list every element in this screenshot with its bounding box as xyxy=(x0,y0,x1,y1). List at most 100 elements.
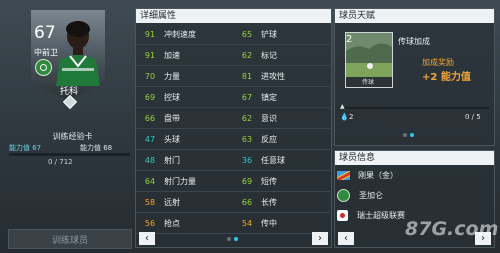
attribute-row: 69 控球 xyxy=(136,87,233,108)
attribute-name: 任意球 xyxy=(261,155,285,165)
exp-count: 0 / 712 xyxy=(48,158,73,166)
attribute-value: 70 xyxy=(144,71,156,81)
attribute-name: 短传 xyxy=(261,176,277,186)
attribute-name: 远射 xyxy=(164,197,180,207)
attribute-value: 56 xyxy=(144,218,156,228)
attribute-name: 进攻性 xyxy=(261,71,285,81)
attribute-name: 标记 xyxy=(261,50,277,60)
club-logo-icon xyxy=(35,59,52,76)
capacity-current: 能力值 67 xyxy=(9,144,42,152)
talent-level: 2 xyxy=(346,34,353,45)
attribute-row: 81 进攻性 xyxy=(233,66,330,87)
attribute-name: 盘带 xyxy=(164,113,180,123)
attribute-row: 36 任意球 xyxy=(233,150,330,171)
attribute-row: 91 冲刺速度 xyxy=(136,24,233,45)
info-club-row: 圣加仑 xyxy=(337,186,383,205)
talent-name: 传球加成 xyxy=(398,37,430,46)
attribute-value: 66 xyxy=(241,197,253,207)
attributes-panel: 详细属性 91 冲刺速度 91 加速 70 力量 69 控球 66 盘带 47 头球 48 射门 64 射门力… xyxy=(135,8,332,248)
attribute-value: 91 xyxy=(144,50,156,60)
league-badge-icon xyxy=(337,210,348,221)
talent-image-caption: 传球 xyxy=(361,79,374,86)
attributes-next-button[interactable]: › xyxy=(312,232,328,245)
attribute-row: 62 标记 xyxy=(233,45,330,66)
attribute-row: 66 长传 xyxy=(233,192,330,213)
train-player-button[interactable]: 训练球员 xyxy=(8,229,132,249)
attribute-row: 66 盘带 xyxy=(136,108,233,129)
attribute-value: 69 xyxy=(241,176,253,186)
attribute-row: 91 加速 xyxy=(136,45,233,66)
attribute-value: 91 xyxy=(144,29,156,39)
reward-value: +2 能力值 xyxy=(422,72,471,83)
attribute-value: 58 xyxy=(144,197,156,207)
talent-marker-icon: ▲ xyxy=(340,103,345,110)
club-name: 圣加仑 xyxy=(359,191,383,200)
talent-title: 球员天赋 xyxy=(335,9,494,23)
attribute-row: 70 力量 xyxy=(136,66,233,87)
page-dot-active[interactable] xyxy=(234,237,238,241)
attribute-row: 69 短传 xyxy=(233,171,330,192)
attribute-row: 65 铲球 xyxy=(233,24,330,45)
exp-progress-bar xyxy=(9,153,130,156)
attribute-row: 58 远射 xyxy=(136,192,233,213)
attribute-name: 抢点 xyxy=(164,218,180,228)
attribute-value: 54 xyxy=(241,218,253,228)
attributes-title: 详细属性 xyxy=(136,9,331,23)
attribute-name: 头球 xyxy=(164,134,180,144)
drop-icon: 💧 xyxy=(340,113,349,121)
page-dot[interactable] xyxy=(227,237,231,241)
attribute-name: 传中 xyxy=(261,218,277,228)
attribute-value: 47 xyxy=(144,134,156,144)
reward-label: 加成奖励 xyxy=(422,58,454,67)
attribute-value: 69 xyxy=(144,92,156,102)
talent-page-dot-active[interactable] xyxy=(410,133,414,137)
capacity-next: 能力值 68 xyxy=(80,144,113,152)
attribute-name: 意识 xyxy=(261,113,277,123)
congo-flag-icon xyxy=(337,171,350,180)
info-league-row: 瑞士超级联赛 xyxy=(337,206,405,225)
attribute-name: 长传 xyxy=(261,197,277,207)
attribute-row: 56 抢点 xyxy=(136,213,233,234)
club-badge-icon xyxy=(337,189,350,202)
attribute-value: 81 xyxy=(241,71,253,81)
attribute-name: 加速 xyxy=(164,50,180,60)
info-title: 球员信息 xyxy=(335,151,494,165)
league-name: 瑞士超级联赛 xyxy=(357,211,405,220)
attribute-name: 镇定 xyxy=(261,92,277,102)
attribute-value: 63 xyxy=(241,134,253,144)
talent-progress-text: 0 / 5 xyxy=(465,113,481,121)
talent-page-dot[interactable] xyxy=(403,133,407,137)
attribute-row: 67 镇定 xyxy=(233,87,330,108)
site-watermark: 87G.com xyxy=(405,218,499,240)
attribute-name: 控球 xyxy=(164,92,180,102)
country-name: 刚果（金） xyxy=(358,171,398,180)
info-country-row: 刚果（金） xyxy=(337,166,398,185)
attribute-row: 62 意识 xyxy=(233,108,330,129)
attribute-row: 63 反应 xyxy=(233,129,330,150)
attributes-prev-button[interactable]: ‹ xyxy=(139,232,155,245)
attribute-value: 66 xyxy=(144,113,156,123)
attribute-name: 射门 xyxy=(164,155,180,165)
talent-drop-count: 2 xyxy=(349,113,354,121)
attribute-value: 62 xyxy=(241,113,253,123)
attribute-value: 65 xyxy=(241,29,253,39)
player-photo xyxy=(52,16,102,86)
attribute-row: 47 头球 xyxy=(136,129,233,150)
attribute-name: 铲球 xyxy=(261,29,277,39)
talent-progress-bar xyxy=(340,107,489,109)
attribute-name: 反应 xyxy=(261,134,277,144)
attribute-row: 54 传中 xyxy=(233,213,330,234)
attribute-name: 射门力量 xyxy=(164,176,196,186)
attribute-name: 力量 xyxy=(164,71,180,81)
attribute-row: 64 射门力量 xyxy=(136,171,233,192)
attribute-value: 48 xyxy=(144,155,156,165)
attribute-value: 62 xyxy=(241,50,253,60)
attribute-name: 冲刺速度 xyxy=(164,29,196,39)
attribute-value: 67 xyxy=(241,92,253,102)
attribute-value: 64 xyxy=(144,176,156,186)
attribute-value: 36 xyxy=(241,155,253,165)
info-prev-button[interactable]: ‹ xyxy=(338,232,354,245)
card-rating: 67 xyxy=(34,23,56,43)
attribute-row: 48 射门 xyxy=(136,150,233,171)
card-position: 中前卫 xyxy=(34,48,58,57)
